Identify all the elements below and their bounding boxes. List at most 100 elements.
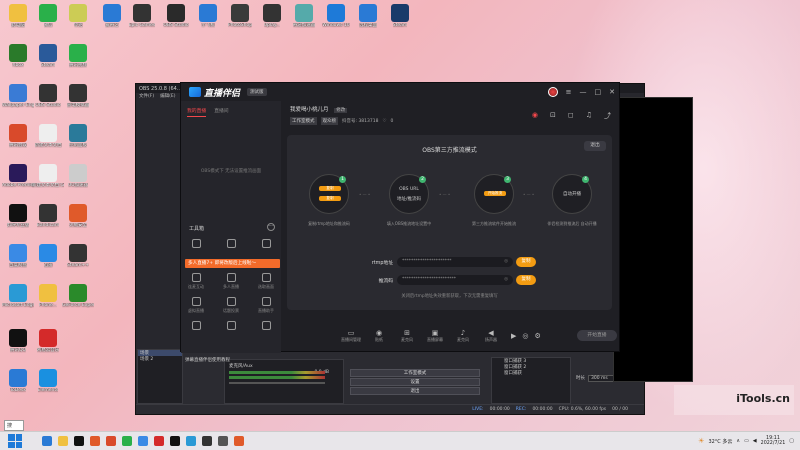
gift-icon[interactable]: ◉ bbox=[532, 111, 538, 121]
screen-button[interactable]: ▣ 直播屏幕 bbox=[421, 329, 449, 343]
desktop-icon[interactable]: 奇游加速器 bbox=[288, 4, 320, 28]
minimize-icon[interactable]: — bbox=[580, 88, 587, 96]
obs-menu-file[interactable]: 文件(F) bbox=[139, 93, 154, 101]
avatar[interactable] bbox=[547, 87, 558, 97]
maximize-icon[interactable]: □ bbox=[595, 88, 602, 96]
desktop-icon[interactable]: 小飞机 bbox=[192, 4, 224, 28]
rtmp-field[interactable]: ********************** ◎ bbox=[397, 257, 513, 267]
desktop-icon[interactable]: Steam bbox=[32, 44, 64, 68]
app-icon[interactable] bbox=[186, 436, 196, 446]
notification-icon[interactable]: ▢ bbox=[789, 438, 794, 444]
camera-icon[interactable]: ▶ bbox=[511, 332, 516, 340]
tutorial-link[interactable]: 弹幕直播伴侣使用教程 bbox=[185, 357, 230, 363]
desktop-icon[interactable]: 微信 bbox=[32, 4, 64, 28]
app-icon[interactable] bbox=[218, 436, 228, 446]
copy-key-button[interactable]: 复制 bbox=[516, 275, 536, 285]
desktop-icon[interactable]: Wallpaper Engine... bbox=[2, 84, 34, 108]
desktop-icon[interactable]: 剪映专业版 bbox=[2, 204, 34, 228]
source-item[interactable]: 窗口捕获 bbox=[492, 370, 570, 376]
desktop-icon[interactable]: 迅雷 bbox=[32, 244, 64, 268]
desktop-icon[interactable]: 网易云音乐 bbox=[32, 329, 64, 353]
studio-mode-button[interactable]: 工作室模式 bbox=[350, 369, 480, 377]
more-icon[interactable]: ··· bbox=[267, 223, 275, 231]
scene-list[interactable]: 场景 场景 2 bbox=[137, 349, 183, 404]
toolbox-item[interactable]: 选取画面 bbox=[251, 273, 281, 290]
volume-icon[interactable]: ◀ bbox=[753, 438, 757, 444]
preview-icon[interactable]: ◎ bbox=[522, 332, 528, 340]
menu-icon[interactable]: ≡ bbox=[566, 88, 572, 96]
app-icon[interactable] bbox=[138, 436, 148, 446]
volume-slider[interactable] bbox=[229, 382, 325, 384]
desktop-icon[interactable]: GeForce Experience bbox=[62, 284, 94, 308]
obs-menu-edit[interactable]: 编辑(E) bbox=[160, 93, 175, 101]
eye-icon[interactable]: ◎ bbox=[504, 257, 508, 267]
toolbox-item[interactable]: 连麦互动 bbox=[181, 273, 211, 290]
desktop-icon[interactable]: Steam++ bbox=[62, 244, 94, 268]
scene-item[interactable]: 场景 2 bbox=[138, 356, 182, 362]
app-icon[interactable] bbox=[90, 436, 100, 446]
exit-obs-mode-button[interactable]: 退出 bbox=[584, 141, 606, 151]
desktop-icon[interactable]: 新建文本文档 (2) bbox=[32, 164, 64, 188]
windows-start-icon[interactable] bbox=[8, 434, 22, 448]
app-icon[interactable] bbox=[106, 436, 116, 446]
desktop-icon[interactable]: ToDesk bbox=[2, 369, 34, 393]
desktop-icon[interactable]: 火绒安全 bbox=[62, 204, 94, 228]
key-field[interactable]: ************************ ◎ bbox=[397, 275, 513, 285]
toolbox-item[interactable]: 直播助手 bbox=[251, 297, 281, 314]
app-icon[interactable] bbox=[154, 436, 164, 446]
desktop-icon[interactable]: 爱奇艺 bbox=[96, 4, 128, 28]
toolbox-item[interactable]: 虚拟直播 bbox=[181, 297, 211, 314]
close-icon[interactable]: ✕ bbox=[609, 88, 615, 96]
settings-button[interactable]: 设置 bbox=[350, 378, 480, 386]
start-live-button[interactable]: 开始直播 bbox=[577, 330, 617, 341]
wechat-icon[interactable] bbox=[122, 436, 132, 446]
desktop-icon[interactable]: UU加速器 bbox=[62, 164, 94, 188]
toolbox-item[interactable] bbox=[181, 321, 211, 332]
desktop-icon[interactable]: Adobe Premiere... bbox=[2, 164, 34, 188]
sticker-button[interactable]: ◉ 贴纸 bbox=[365, 329, 393, 343]
mic-link-button[interactable]: ⊞ 麦克风 bbox=[393, 329, 421, 343]
edit-room-button[interactable]: 修改 bbox=[334, 108, 348, 113]
message-icon[interactable]: ◻ bbox=[568, 111, 574, 121]
desktop-icon[interactable]: Xbox bbox=[2, 44, 34, 68]
clock[interactable]: 19:11 2022/7/21 bbox=[761, 436, 786, 447]
live-assistant-icon[interactable] bbox=[170, 436, 180, 446]
desktop-icon[interactable]: Windows 10 bbox=[320, 4, 352, 28]
room-tag[interactable]: 观众榜 bbox=[320, 117, 338, 125]
desktop-icon[interactable]: Microsoft Edge bbox=[2, 284, 34, 308]
room-manage-button[interactable]: ▭ 直播间管理 bbox=[337, 329, 365, 343]
desktop-icon[interactable]: 夸克 bbox=[62, 4, 94, 28]
desktop-icon[interactable]: 腾讯视频 bbox=[62, 44, 94, 68]
toolbox-item[interactable] bbox=[251, 321, 281, 332]
desktop-icon[interactable]: 腾讯会议 bbox=[2, 124, 34, 148]
obs-icon[interactable] bbox=[74, 436, 84, 446]
desktop-icon[interactable]: Phone... bbox=[32, 284, 64, 308]
settings-icon[interactable]: ⚙ bbox=[535, 332, 541, 340]
bell-icon[interactable]: ♫ bbox=[586, 111, 592, 121]
toolbox-item[interactable]: 多人直播 bbox=[216, 273, 246, 290]
tab-live-room[interactable]: 直播间 bbox=[214, 107, 228, 117]
promo-banner[interactable]: 多人直播7+ 即将改版后上线啦～ bbox=[185, 259, 280, 268]
desktop-icon[interactable]: Epic Games bbox=[126, 4, 158, 28]
toolbox-item[interactable] bbox=[251, 239, 281, 250]
desktop-icon[interactable]: 腾讯QQ bbox=[2, 329, 34, 353]
desktop-icon[interactable]: 控制面板 bbox=[62, 124, 94, 148]
network-icon[interactable]: ▭ bbox=[744, 438, 749, 444]
chevron-up-icon[interactable]: ∧ bbox=[736, 438, 740, 444]
desktop-icon[interactable]: PhotoShop bbox=[224, 4, 256, 28]
desktop-icon[interactable]: Uplay... bbox=[256, 4, 288, 28]
exit-button[interactable]: 退出 bbox=[350, 387, 480, 395]
toolbox-item[interactable] bbox=[181, 239, 211, 250]
desktop-icon[interactable]: 远程桌面 bbox=[352, 4, 384, 28]
desktop-icon[interactable]: Steam bbox=[384, 4, 416, 28]
app-icon[interactable] bbox=[234, 436, 244, 446]
folder-icon[interactable] bbox=[58, 436, 68, 446]
speaker-button[interactable]: ◀ 扬声器 bbox=[477, 329, 505, 343]
toolbox-item[interactable]: 话题投票 bbox=[216, 297, 246, 314]
toolbox-item[interactable] bbox=[216, 321, 246, 332]
desktop-icon[interactable]: Bandicam bbox=[32, 204, 64, 228]
desktop-icon[interactable]: OBS Studio bbox=[32, 84, 64, 108]
edge-icon[interactable] bbox=[42, 436, 52, 446]
room-tag[interactable]: 工作室模式 bbox=[290, 117, 317, 125]
weather-text[interactable]: 32°C 多云 bbox=[708, 438, 732, 445]
